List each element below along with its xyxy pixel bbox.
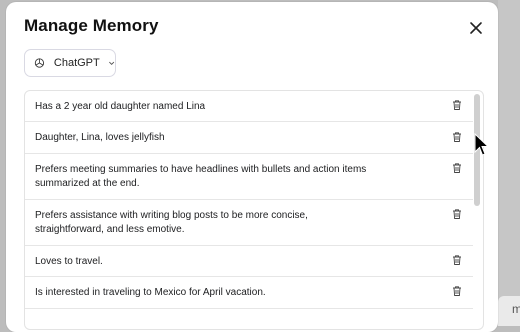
memory-text: Loves to travel. [35,255,395,269]
trash-icon[interactable] [451,254,463,266]
memory-text-line: Daughter, Lina, loves jellyfish [35,132,165,143]
background-input-fragment: ma [498,296,520,326]
openai-logo-icon [34,58,45,68]
dialog-title: Manage Memory [24,16,159,35]
memory-text: Prefers meeting summaries to have headli… [35,163,435,191]
memory-item: Daughter, Lina, loves jellyfish [25,122,473,154]
memory-item: Is interested in traveling to Mexico for… [25,277,473,309]
memory-text-line: Is interested in traveling to Mexico for… [35,287,266,298]
close-icon[interactable] [468,20,484,36]
memory-text-line: Prefers meeting summaries to have headli… [35,164,367,175]
memory-item: Loves to travel. [25,246,473,277]
memory-text-line: straightforward, and less emotive. [35,224,185,235]
trash-icon[interactable] [451,99,463,111]
mouse-pointer-icon [474,133,490,156]
manage-memory-dialog: Manage Memory ChatGPT Has a 2 year old d… [6,2,498,332]
chevron-down-icon [108,61,114,66]
memory-text: Is interested in traveling to Mexico for… [35,286,395,300]
trash-icon[interactable] [451,285,463,297]
model-selector-dropdown[interactable]: ChatGPT [24,49,116,77]
memory-text: Prefers assistance with writing blog pos… [35,209,395,237]
background-text: ma [512,302,520,316]
memory-item: Prefers assistance with writing blog pos… [25,200,473,246]
memory-item: Has a 2 year old daughter named Lina [25,91,473,122]
background-page [498,0,520,318]
memory-text-line: Loves to travel. [35,256,103,267]
trash-icon[interactable] [451,131,463,143]
memory-text-line: Prefers assistance with writing blog pos… [35,210,308,221]
memory-text: Daughter, Lina, loves jellyfish [35,131,395,145]
memory-list: Has a 2 year old daughter named Lina Dau… [24,90,484,330]
memory-text: Has a 2 year old daughter named Lina [35,100,395,114]
trash-icon[interactable] [451,208,463,220]
memory-item: Prefers meeting summaries to have headli… [25,154,473,200]
model-selector-label: ChatGPT [53,57,100,69]
trash-icon[interactable] [451,162,463,174]
memory-text-line: Has a 2 year old daughter named Lina [35,101,206,112]
memory-text-line: summarized at the end. [35,178,140,189]
